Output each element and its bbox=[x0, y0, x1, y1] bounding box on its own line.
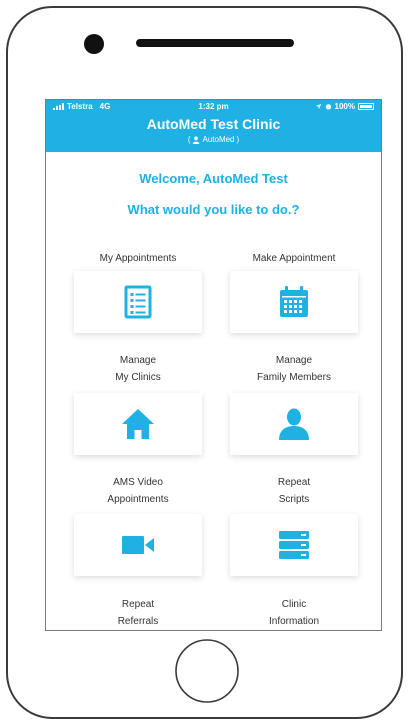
battery-percent: 100% bbox=[334, 102, 355, 111]
list-icon bbox=[124, 285, 152, 319]
menu-label-manage-clinics: Manage My Clinics bbox=[115, 355, 161, 383]
app-header: Telstra 4G 1:32 pm 100% AutoMed Test Cli… bbox=[46, 100, 381, 152]
phone-frame: Telstra 4G 1:32 pm 100% AutoMed Test Cli… bbox=[6, 6, 403, 719]
menu-label-manage-family: Manage Family Members bbox=[257, 355, 331, 383]
menu-label-repeat-scripts: Repeat Scripts bbox=[277, 477, 311, 505]
user-icon bbox=[193, 136, 200, 144]
app-screen: Telstra 4G 1:32 pm 100% AutoMed Test Cli… bbox=[45, 99, 382, 631]
menu-label-my-appointments: My Appointments bbox=[99, 253, 177, 264]
alarm-icon bbox=[325, 104, 331, 110]
stack-icon bbox=[279, 531, 309, 559]
home-button[interactable] bbox=[174, 638, 240, 704]
location-arrow-icon bbox=[315, 103, 321, 110]
welcome-text: Welcome, AutoMed Test bbox=[139, 171, 288, 186]
battery-icon bbox=[358, 103, 374, 110]
person-icon bbox=[279, 408, 309, 440]
menu-label-clinic-information: Clinic Information bbox=[268, 599, 320, 627]
clinic-user: ( AutoMed ) bbox=[187, 135, 240, 144]
video-camera-icon bbox=[122, 536, 154, 554]
status-right: 100% bbox=[315, 102, 374, 111]
menu-label-video-appointments: AMS Video Appointments bbox=[107, 477, 169, 505]
my-appointments-button[interactable] bbox=[74, 271, 202, 333]
clinic-user-name: AutoMed bbox=[202, 135, 235, 144]
speaker-grille bbox=[136, 39, 294, 47]
make-appointment-button[interactable] bbox=[230, 271, 358, 333]
repeat-scripts-button[interactable] bbox=[230, 514, 358, 576]
camera-icon bbox=[84, 34, 104, 54]
home-icon bbox=[122, 409, 154, 439]
menu-label-make-appointment: Make Appointment bbox=[252, 253, 336, 264]
clinic-title: AutoMed Test Clinic bbox=[146, 116, 281, 132]
manage-clinics-button[interactable] bbox=[74, 393, 202, 455]
manage-family-button[interactable] bbox=[230, 393, 358, 455]
menu-label-repeat-referrals: Repeat Referrals bbox=[117, 599, 159, 627]
video-appointments-button[interactable] bbox=[74, 514, 202, 576]
status-bar: Telstra 4G 1:32 pm 100% bbox=[46, 100, 381, 114]
calendar-icon bbox=[280, 286, 308, 317]
question-text: What would you like to do.? bbox=[127, 202, 300, 217]
